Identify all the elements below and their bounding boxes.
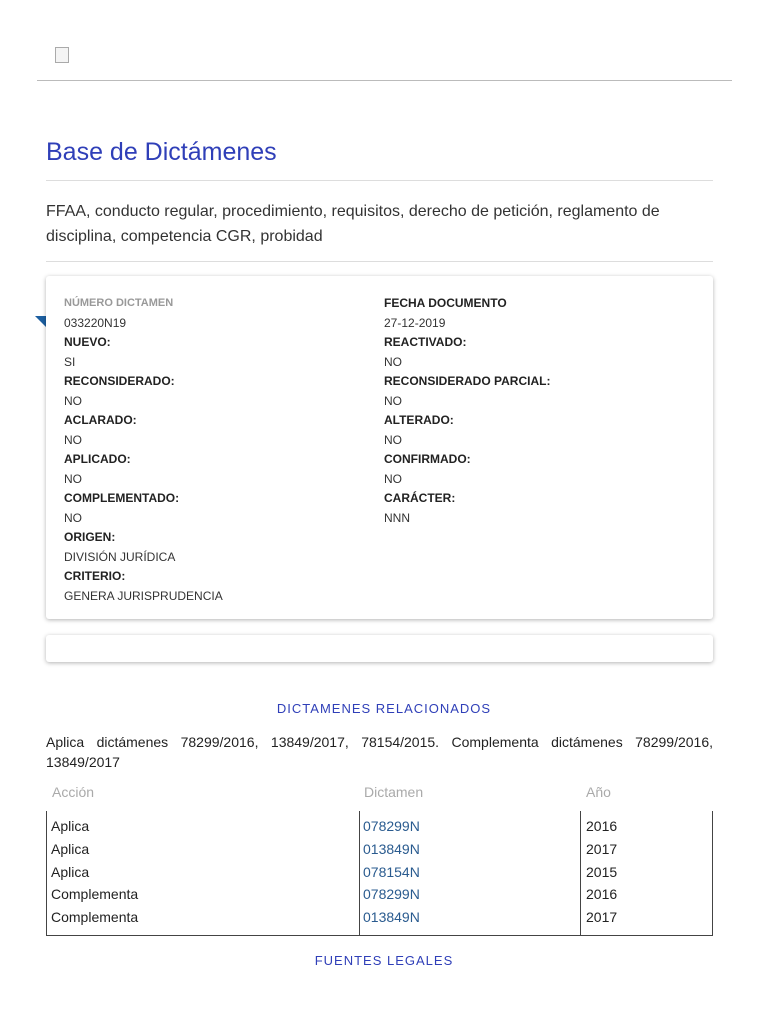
header-divider	[37, 80, 732, 81]
field-value: NO	[384, 354, 402, 369]
table-cell: Aplica	[51, 863, 90, 880]
keywords: FFAA, conducto regular, procedimiento, r…	[46, 203, 660, 245]
empty-card	[46, 635, 713, 662]
dictamen-link[interactable]: 078154N	[363, 861, 420, 884]
field-value: GENERA JURISPRUDENCIA	[64, 588, 223, 603]
column-header-dictamen: Dictamen	[364, 784, 424, 800]
field-value: NO	[64, 432, 82, 447]
field-label: FECHA DOCUMENTO	[384, 296, 507, 310]
table-cell: Aplica	[51, 818, 90, 834]
ribbon-corner-icon	[35, 316, 46, 327]
details-right-column: FECHA DOCUMENTO 27-12-2019 REACTIVADO: NO RE…	[384, 294, 550, 528]
field-label: ORIGEN:	[64, 530, 116, 544]
field-label: APLICADO:	[64, 452, 131, 466]
details-left-column: NÚMERO DICTAMEN 033220N19 NUEVO: SI RECONSID…	[64, 294, 223, 606]
details-card: NÚMERO DICTAMEN 033220N19 NUEVO: SI RECONSID…	[46, 276, 713, 619]
table-cell: 2017	[586, 840, 618, 857]
field-label: ACLARADO:	[64, 413, 137, 427]
logo-image	[55, 47, 69, 63]
field-value: 27-12-2019	[384, 315, 446, 330]
field-value: NO	[64, 510, 82, 525]
table-cell: Aplica	[51, 840, 90, 857]
table-cell: 2016	[586, 886, 618, 903]
column-header-anio: Año	[586, 784, 611, 800]
field-label: NUEVO:	[64, 335, 111, 349]
page-title: Base de Dictámenes	[46, 138, 277, 166]
table-cell: Complementa	[51, 909, 139, 926]
field-label: RECONSIDERADO:	[64, 374, 175, 388]
column-header-accion: Acción	[52, 784, 95, 800]
field-label: CARÁCTER:	[384, 491, 456, 505]
field-value: SI	[64, 354, 76, 369]
table-cell: 2016	[586, 818, 618, 834]
dictamen-link[interactable]: 013849N	[363, 838, 420, 861]
field-label: NÚMERO DICTAMEN	[64, 297, 174, 309]
field-value: NO	[384, 471, 402, 486]
field-label: CRITERIO:	[64, 569, 126, 583]
field-label: CONFIRMADO:	[384, 452, 471, 466]
field-value: NO	[384, 432, 402, 447]
divider	[46, 180, 713, 181]
dictamen-link[interactable]: 078299N	[363, 883, 420, 906]
divider	[46, 261, 713, 262]
field-value: NO	[64, 471, 82, 486]
legal-heading: FUENTES LEGALES	[314, 953, 454, 968]
related-table: Aplica 078299N 2016 Aplica 013849N 2017 Aplica…	[46, 811, 713, 936]
dictamen-link[interactable]: 013849N	[363, 906, 420, 929]
table-cell: Complementa	[51, 886, 139, 903]
related-summary-cont: 13849/2017	[46, 754, 120, 770]
related-summary: Aplica dictámenes 78299/2016, 13849/2017…	[46, 734, 713, 750]
table-cell: 2015	[586, 863, 618, 880]
field-label: RECONSIDERADO PARCIAL:	[384, 374, 551, 388]
field-value: NO	[384, 393, 402, 408]
field-value: NO	[64, 393, 82, 408]
field-value: 033220N19	[64, 315, 127, 330]
field-value: NNN	[384, 510, 410, 525]
field-label: REACTIVADO:	[384, 335, 467, 349]
field-label: COMPLEMENTADO:	[64, 491, 180, 505]
field-label: ALTERADO:	[384, 413, 454, 427]
field-value: DIVISIÓN JURÍDICA	[64, 549, 176, 564]
related-heading: DICTAMENES RELACIONADOS	[276, 701, 492, 716]
dictamen-link[interactable]: 078299N	[363, 815, 420, 838]
table-cell: 2017	[586, 909, 618, 926]
